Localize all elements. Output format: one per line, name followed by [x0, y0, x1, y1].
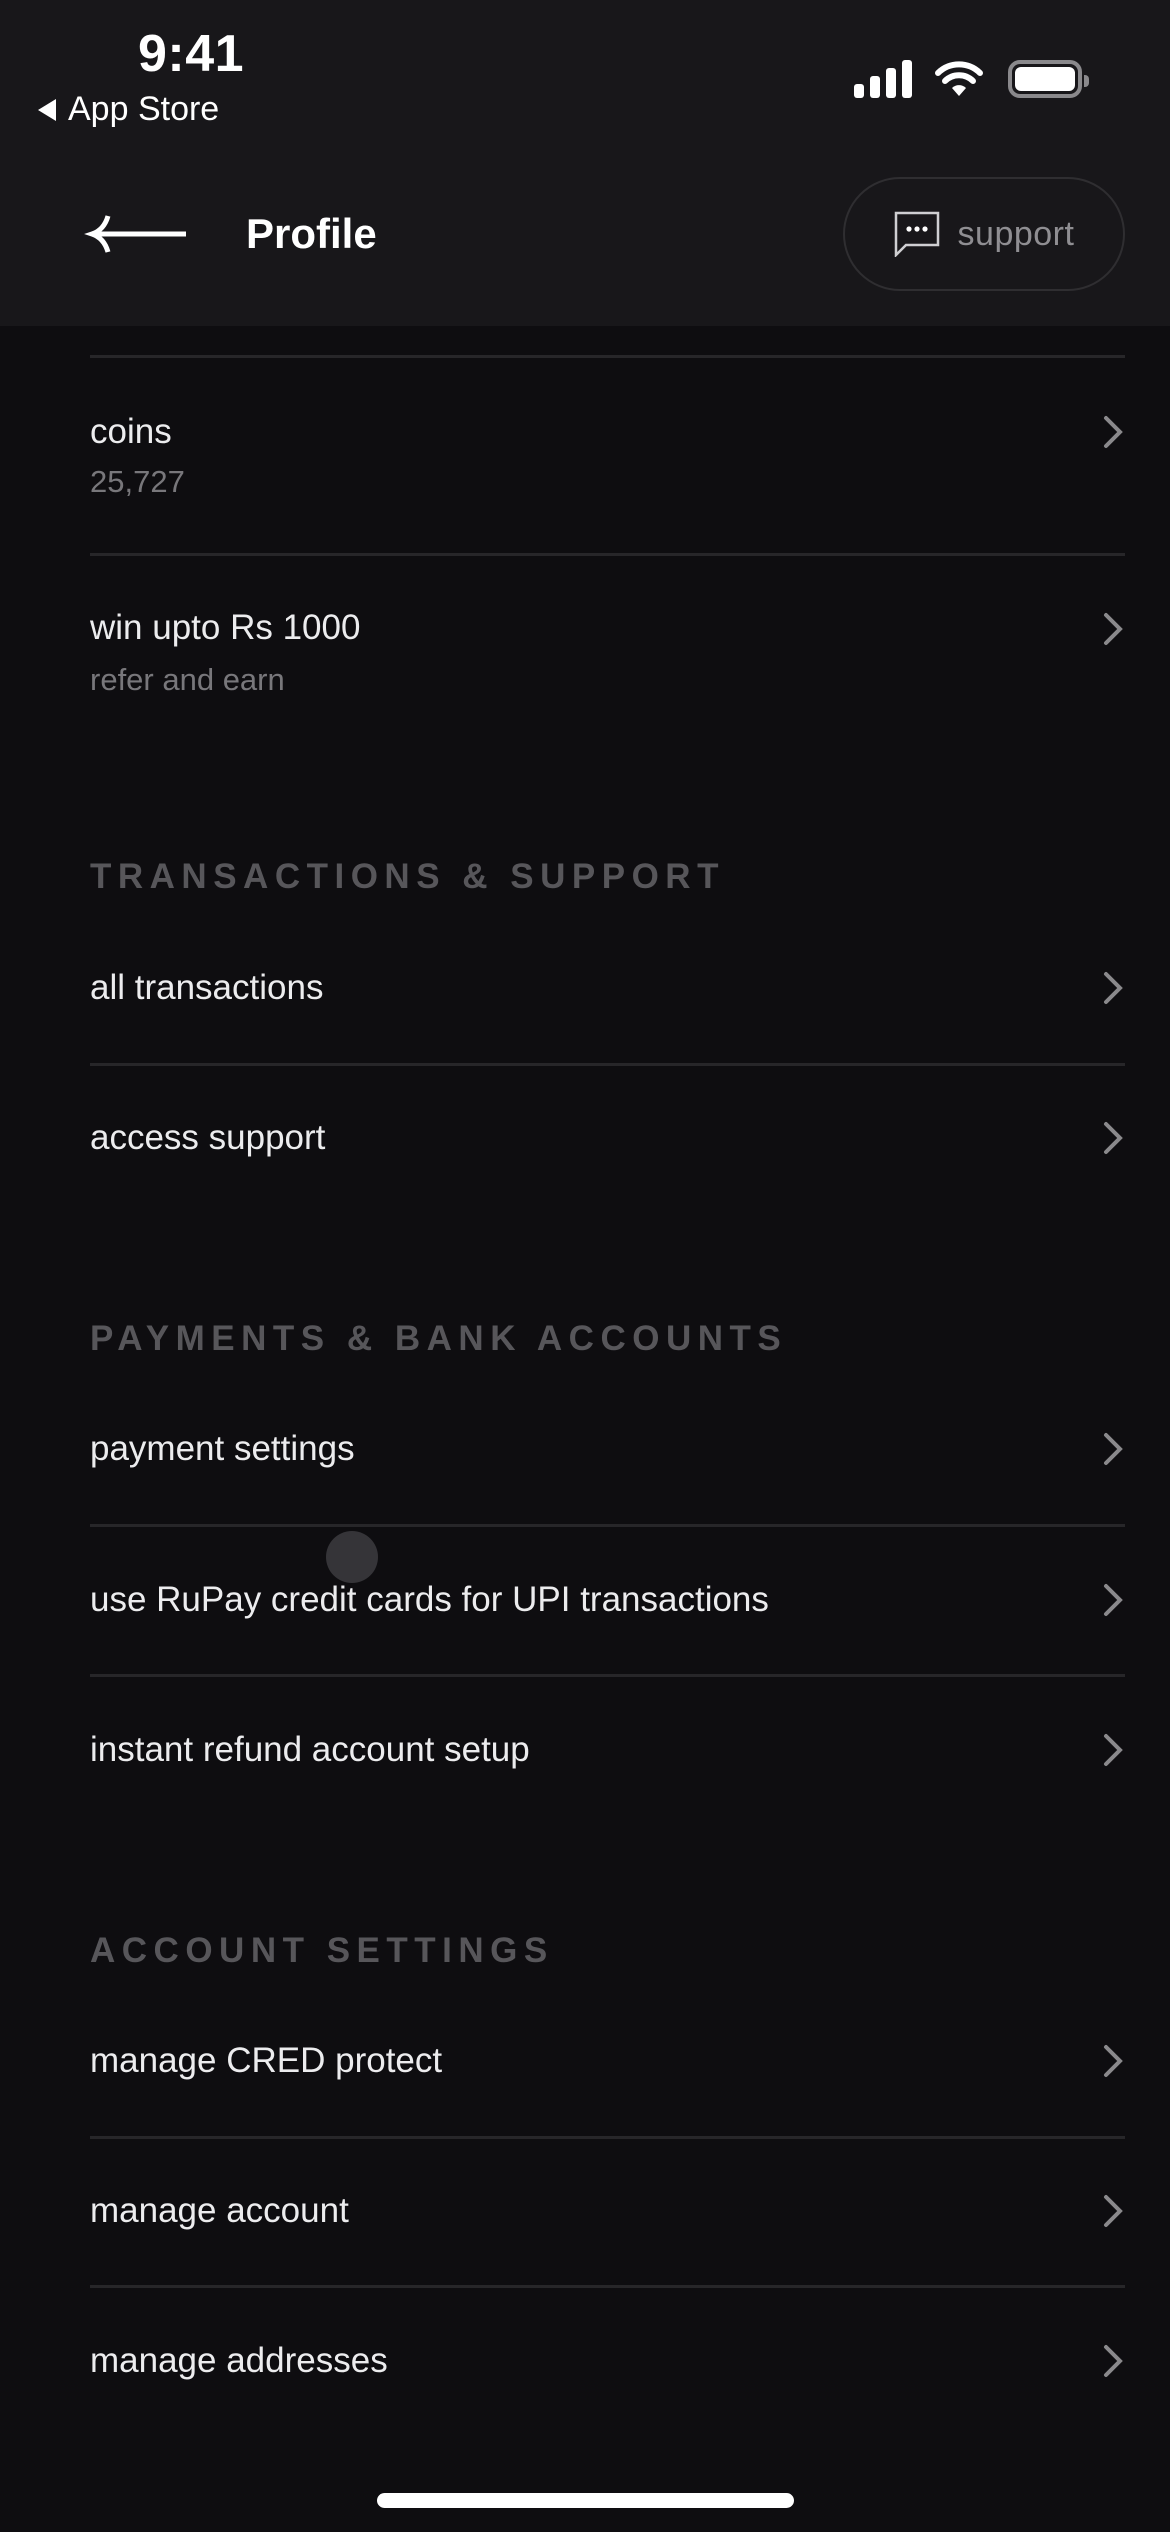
list-item-coins[interactable]: coins 25,727 — [90, 400, 1125, 510]
item-title: instant refund account setup — [90, 1730, 530, 1769]
list-item-access-support[interactable]: access support — [90, 1116, 1125, 1196]
item-title: manage account — [90, 2191, 349, 2230]
chevron-right-icon — [1104, 2345, 1123, 2377]
status-time: 9:41 — [138, 25, 245, 83]
back-button[interactable] — [84, 206, 194, 262]
page-title: Profile — [246, 210, 377, 257]
section-heading-account-settings: ACCOUNT SETTINGS — [90, 1931, 554, 1970]
touch-indicator — [326, 1531, 378, 1583]
item-title: use RuPay credit cards for UPI transacti… — [90, 1580, 769, 1619]
chevron-right-icon — [1104, 1734, 1123, 1766]
item-subtitle: refer and earn — [90, 662, 285, 697]
header-bar: 9:41 App Store Profile support — [0, 0, 1170, 326]
divider — [90, 1063, 1125, 1066]
list-item-payment-settings[interactable]: payment settings — [90, 1427, 1125, 1507]
chevron-right-icon — [1104, 1433, 1123, 1465]
list-item-manage-account[interactable]: manage account — [90, 2189, 1125, 2269]
home-indicator[interactable] — [377, 2493, 794, 2508]
divider — [90, 2285, 1125, 2288]
list-item-rupay-upi[interactable]: use RuPay credit cards for UPI transacti… — [90, 1578, 1125, 1658]
battery-icon — [1008, 60, 1089, 98]
chevron-right-icon — [1104, 416, 1123, 448]
wifi-icon — [935, 61, 983, 96]
item-title: coins — [90, 412, 172, 451]
chevron-right-icon — [1104, 2045, 1123, 2077]
chevron-right-icon — [1104, 1584, 1123, 1616]
section-heading-transactions-support: TRANSACTIONS & SUPPORT — [90, 857, 725, 896]
support-label: support — [957, 214, 1075, 253]
divider — [90, 1524, 1125, 1527]
arrow-left-icon — [84, 215, 186, 253]
section-heading-payments-bank-accounts: PAYMENTS & BANK ACCOUNTS — [90, 1319, 788, 1358]
item-title: manage addresses — [90, 2341, 388, 2380]
chat-bubble-icon — [894, 211, 939, 257]
item-title: access support — [90, 1118, 326, 1157]
item-title: payment settings — [90, 1429, 355, 1468]
chevron-right-icon — [1104, 2195, 1123, 2227]
list-item-all-transactions[interactable]: all transactions — [90, 966, 1125, 1046]
item-title: win upto Rs 1000 — [90, 608, 361, 647]
signal-icon — [854, 60, 912, 98]
coins-balance: 25,727 — [90, 464, 185, 499]
divider — [90, 1674, 1125, 1677]
back-app-label: App Store — [68, 90, 220, 128]
list-item-instant-refund[interactable]: instant refund account setup — [90, 1728, 1125, 1808]
divider — [90, 2136, 1125, 2139]
chevron-right-icon — [1104, 613, 1123, 645]
back-triangle-icon — [38, 98, 56, 121]
divider — [90, 553, 1125, 556]
status-icons — [854, 56, 1089, 98]
chevron-right-icon — [1104, 972, 1123, 1004]
divider — [90, 355, 1125, 358]
item-title: all transactions — [90, 968, 324, 1007]
chevron-right-icon — [1104, 1122, 1123, 1154]
list-item-manage-cred-protect[interactable]: manage CRED protect — [90, 2039, 1125, 2119]
list-item-refer-and-earn[interactable]: win upto Rs 1000 refer and earn — [90, 598, 1125, 708]
list-item-manage-addresses[interactable]: manage addresses — [90, 2339, 1125, 2419]
item-title: manage CRED protect — [90, 2041, 443, 2080]
back-to-app-store-link[interactable]: App Store — [38, 90, 219, 129]
support-button[interactable]: support — [843, 177, 1125, 291]
